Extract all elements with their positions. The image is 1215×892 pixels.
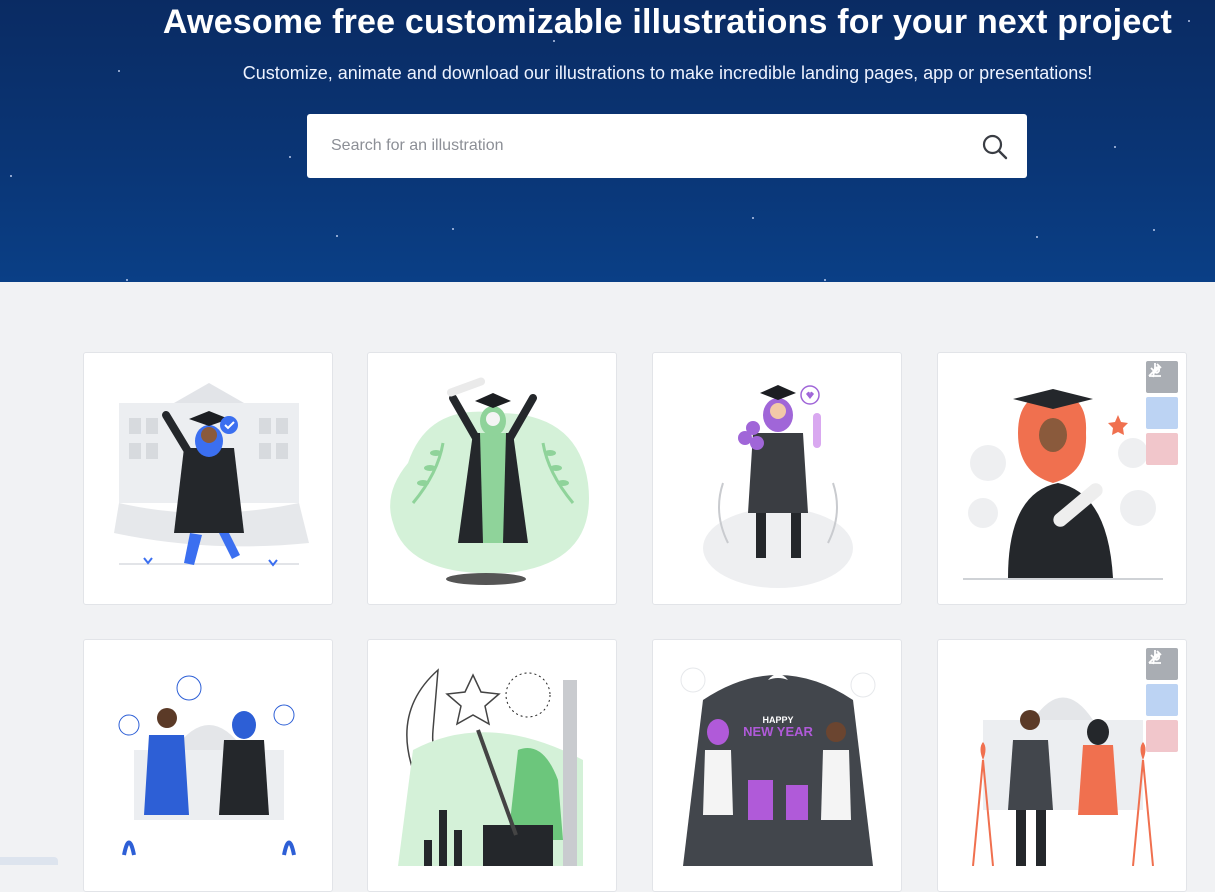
illustration-card[interactable]	[367, 639, 617, 892]
illustration-card[interactable]	[937, 352, 1187, 605]
star	[336, 235, 338, 237]
pinterest-button[interactable]	[1146, 653, 1178, 752]
scroll-corner	[0, 857, 58, 865]
card-actions	[1146, 648, 1178, 756]
illustration-card[interactable]	[83, 352, 333, 605]
page-title: Awesome free customizable illustrations …	[162, 3, 1173, 41]
page-subtitle: Customize, animate and download our illu…	[242, 63, 1093, 83]
illustration-card[interactable]: HAPPY NEW YEAR	[652, 639, 902, 892]
illustration-card[interactable]	[367, 352, 617, 605]
star	[126, 279, 128, 281]
download-button[interactable]	[1146, 363, 1178, 429]
pinterest-icon	[1152, 653, 1161, 665]
star	[1114, 146, 1116, 148]
star	[1153, 229, 1155, 231]
search-bar	[307, 114, 1027, 178]
illustration-card[interactable]	[83, 639, 333, 892]
illustration-card[interactable]	[652, 352, 902, 605]
celebration-illustration	[118, 675, 296, 856]
card-actions	[1146, 361, 1178, 469]
graduation-illustration	[703, 385, 853, 588]
star	[1036, 236, 1038, 238]
search-input[interactable]	[307, 114, 947, 178]
star	[752, 217, 754, 219]
search-icon[interactable]	[981, 133, 1009, 161]
star	[10, 175, 12, 177]
new-year-line2: NEW YEAR	[743, 724, 813, 739]
pinterest-button[interactable]	[1146, 366, 1178, 465]
pinterest-icon	[1152, 366, 1161, 378]
download-button[interactable]	[1146, 650, 1178, 716]
star	[824, 279, 826, 281]
illustration-card[interactable]	[937, 639, 1187, 892]
hero-banner: Awesome free customizable illustrations …	[0, 0, 1215, 282]
star	[289, 156, 291, 158]
new-year-illustration: HAPPY NEW YEAR	[680, 667, 876, 866]
ramadan-illustration	[398, 668, 583, 866]
graduation-illustration	[114, 383, 309, 567]
star	[452, 228, 454, 230]
graduation-illustration	[390, 377, 589, 585]
